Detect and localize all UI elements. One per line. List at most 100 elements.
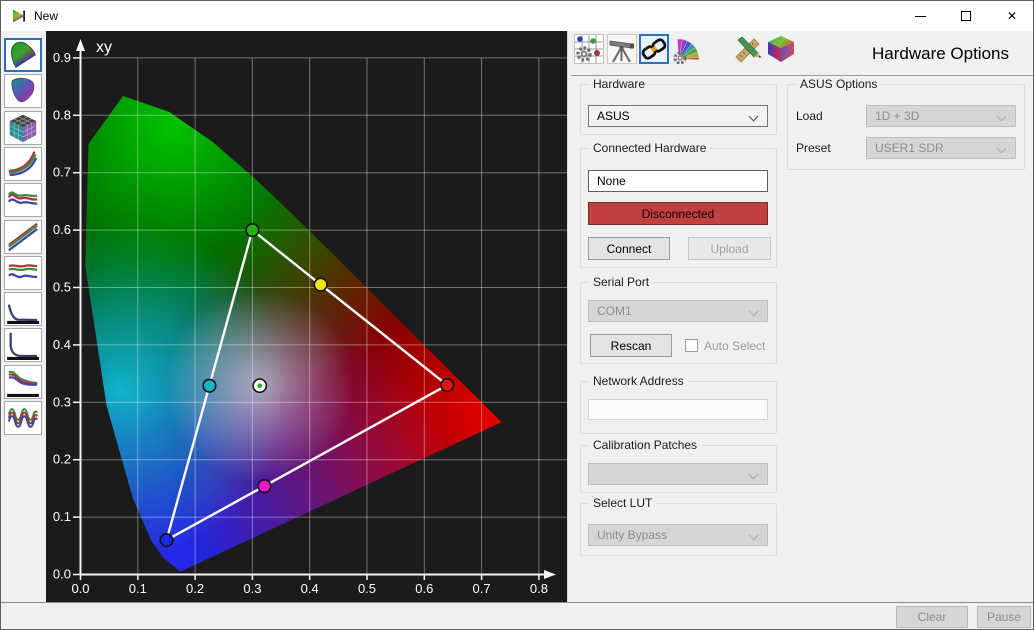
network-address-group-label: Network Address [589, 374, 688, 388]
minimize-button[interactable] [897, 1, 943, 31]
toolbar-separator [571, 75, 1034, 76]
chevron-down-icon [997, 144, 1007, 154]
cie-xy-icon [6, 40, 40, 70]
network-address-field[interactable] [588, 399, 768, 420]
sidebar-item-rgb-separation[interactable] [4, 256, 42, 290]
preset-select[interactable]: USER1 SDR [866, 137, 1016, 159]
gamut-settings-icon [672, 34, 702, 64]
svg-text:0.0: 0.0 [53, 567, 71, 582]
connected-hardware-group-label: Connected Hardware [589, 141, 710, 155]
response-drop-icon [6, 330, 40, 360]
serial-port-group: Serial Port COM1 Rescan Auto Select [580, 282, 777, 364]
color-cube-icon [766, 34, 796, 64]
svg-text:0.6: 0.6 [53, 222, 71, 237]
pause-button[interactable]: Pause [977, 606, 1031, 628]
serial-port-value: COM1 [597, 304, 632, 318]
serial-port-group-label: Serial Port [589, 275, 653, 289]
rgb-separation-icon [6, 258, 40, 288]
chevron-down-icon [997, 112, 1007, 122]
upload-button[interactable]: Upload [688, 237, 771, 260]
toolbar-item-probe-tripod[interactable] [607, 34, 637, 64]
serial-port-select[interactable]: COM1 [588, 300, 768, 322]
asus-options-group-label: ASUS Options [796, 77, 881, 91]
auto-select-checkbox[interactable] [685, 339, 698, 352]
calibration-patches-select[interactable] [588, 463, 768, 485]
svg-text:0.3: 0.3 [243, 581, 261, 596]
auto-select-label: Auto Select [704, 339, 765, 353]
profile-patches-icon [574, 34, 604, 64]
network-address-group: Network Address [580, 381, 777, 434]
chart-type-sidebar [1, 31, 46, 602]
chevron-down-icon [749, 112, 759, 122]
rgb-balance-icon [6, 222, 40, 252]
chevron-down-icon [749, 307, 759, 317]
svg-text:0.4: 0.4 [53, 337, 71, 352]
lut-cube-icon [6, 113, 40, 143]
window-controls: ✕ [897, 1, 1034, 31]
close-button[interactable]: ✕ [989, 1, 1034, 31]
hardware-options-panel: Hardware Options Hardware ASUS Connected… [567, 31, 1034, 602]
probe-tripod-icon [607, 34, 637, 64]
hardware-group: Hardware ASUS [580, 84, 777, 135]
calibration-patches-group-label: Calibration Patches [589, 438, 701, 452]
svg-text:0.8: 0.8 [53, 107, 71, 122]
sidebar-item-cie-upvp[interactable] [4, 74, 42, 108]
toolbar-item-profile-patches[interactable] [574, 34, 604, 64]
select-lut-value: Unity Bypass [597, 528, 667, 542]
calibration-patches-group: Calibration Patches [580, 445, 777, 493]
sidebar-item-noise-waves[interactable] [4, 401, 42, 435]
connection-status-badge: Disconnected [588, 202, 768, 225]
page-title: Hardware Options [872, 41, 1009, 71]
toolbar-item-hardware-link[interactable] [639, 34, 669, 64]
maximize-button[interactable] [943, 1, 989, 31]
chevron-down-icon [749, 470, 759, 480]
sidebar-item-cie-xy[interactable] [4, 38, 42, 72]
minimize-icon [915, 16, 926, 17]
noise-waves-icon [6, 403, 40, 433]
clear-button[interactable]: Clear [896, 606, 968, 628]
statusbar: Clear Pause [1, 602, 1034, 630]
sidebar-item-lut-cube[interactable] [4, 111, 42, 145]
luminance-curves-icon [6, 185, 40, 215]
titlebar: New ✕ [1, 1, 1034, 31]
svg-text:0.0: 0.0 [71, 581, 89, 596]
sidebar-item-rgb-balance[interactable] [4, 220, 42, 254]
close-icon: ✕ [1007, 10, 1017, 22]
sidebar-item-histogram-low[interactable] [4, 292, 42, 326]
app-window: New ✕ [0, 0, 1034, 630]
svg-text:0.3: 0.3 [53, 394, 71, 409]
load-value: 1D + 3D [875, 109, 919, 123]
load-select[interactable]: 1D + 3D [866, 105, 1016, 127]
cie-upvp-icon [6, 76, 40, 106]
sidebar-item-luminance-curves[interactable] [4, 183, 42, 217]
hardware-select-value: ASUS [597, 109, 630, 123]
sidebar-item-response-drop[interactable] [4, 328, 42, 362]
toolbar-item-gamut-settings[interactable] [672, 34, 702, 64]
select-lut-group-label: Select LUT [589, 496, 656, 510]
svg-text:0.7: 0.7 [473, 581, 491, 596]
select-lut-group: Select LUT Unity Bypass [580, 503, 777, 556]
sidebar-item-eotf-curves[interactable] [4, 147, 42, 181]
drift-curves-icon [6, 367, 40, 397]
toolbar-item-color-cube[interactable] [766, 34, 796, 64]
hardware-link-icon [641, 36, 667, 62]
cie-chromaticity-chart: 0.00.10.20.30.40.50.60.70.80.90.00.10.20… [46, 31, 567, 602]
sidebar-item-drift-curves[interactable] [4, 365, 42, 399]
toolbar-item-edit-tools[interactable] [733, 34, 763, 64]
histogram-low-icon [6, 294, 40, 324]
hardware-select[interactable]: ASUS [588, 105, 768, 127]
svg-text:0.6: 0.6 [415, 581, 433, 596]
connected-hardware-field[interactable]: None [588, 170, 768, 192]
edit-tools-icon [733, 34, 763, 64]
hardware-group-label: Hardware [589, 77, 649, 91]
connect-button[interactable]: Connect [588, 237, 670, 260]
rescan-button[interactable]: Rescan [590, 334, 672, 357]
connection-status-text: Disconnected [642, 207, 715, 221]
preset-label: Preset [796, 141, 831, 155]
select-lut-select[interactable]: Unity Bypass [588, 524, 768, 546]
load-label: Load [796, 109, 823, 123]
connected-hardware-value: None [597, 174, 626, 188]
svg-text:0.5: 0.5 [358, 581, 376, 596]
window-title: New [34, 1, 58, 31]
svg-text:0.1: 0.1 [129, 581, 147, 596]
